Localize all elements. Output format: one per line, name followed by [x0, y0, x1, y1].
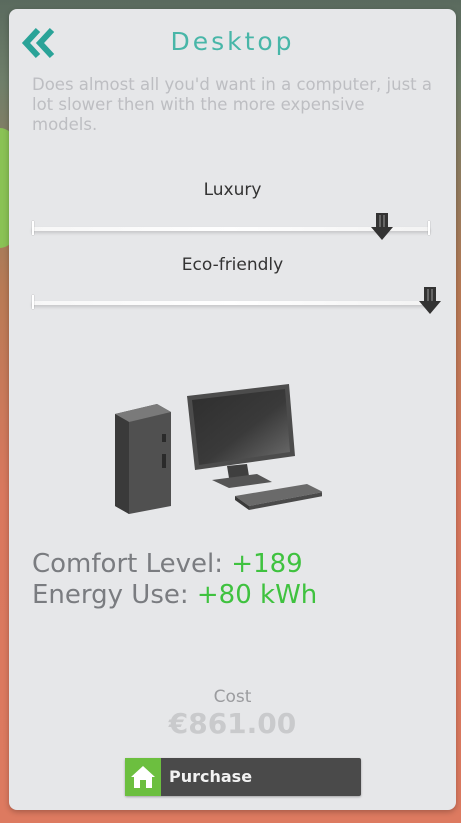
product-description: Does almost all you'd want in a computer… [32, 75, 433, 134]
cost-label: Cost [213, 687, 252, 707]
slider-label-luxury: Luxury [203, 180, 262, 200]
energy-use-value: +80 kWh [196, 580, 318, 610]
comfort-level-row: Comfort Level: +189 [32, 549, 317, 580]
slider-max-cap [428, 221, 430, 235]
slider-thumb-icon [371, 213, 394, 240]
purchase-button[interactable]: Purchase [125, 758, 361, 796]
product-panel: Desktop Does almost all you'd want in a … [9, 9, 456, 810]
slider-thumb[interactable] [369, 213, 395, 243]
energy-use-label: Energy Use: [32, 580, 189, 610]
slider-thumb-icon [419, 287, 441, 314]
page-title: Desktop [170, 27, 295, 56]
desktop-computer-icon [115, 384, 322, 514]
slider-thumb[interactable] [417, 287, 443, 317]
product-stats: Comfort Level: +189 Energy Use: +80 kWh [32, 549, 317, 611]
purchase-label: Purchase [169, 767, 253, 786]
comfort-level-label: Comfort Level: [32, 549, 223, 579]
slider-label-eco-friendly: Eco-friendly [181, 255, 284, 275]
slider-track [32, 301, 430, 305]
slider-min-cap [32, 295, 34, 309]
home-icon [125, 758, 161, 796]
comfort-level-value: +189 [231, 549, 303, 579]
cost-value: €861.00 [168, 707, 297, 740]
slider-min-cap [32, 221, 34, 235]
energy-use-row: Energy Use: +80 kWh [32, 580, 317, 611]
eco-friendly-slider[interactable] [32, 287, 441, 314]
luxury-slider[interactable] [32, 213, 430, 240]
